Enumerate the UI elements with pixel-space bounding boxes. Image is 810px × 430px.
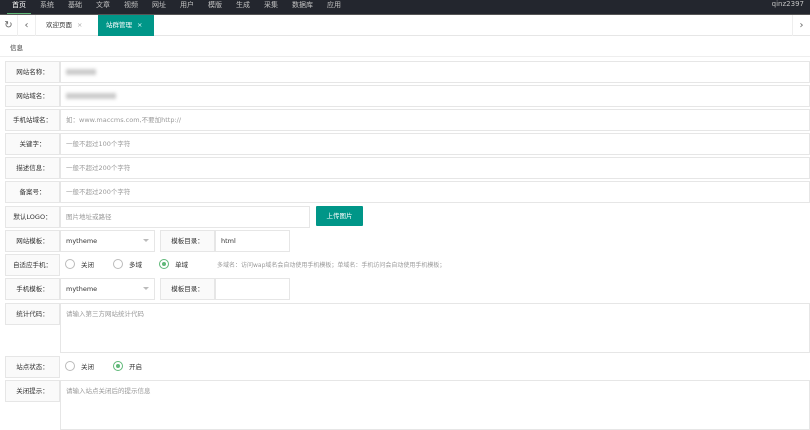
label: 模板目录： [160,278,215,300]
label: 描述信息： [5,157,60,179]
label: 统计代码： [5,303,60,325]
close-icon[interactable]: × [77,21,82,29]
site-domain-input[interactable] [60,85,810,107]
refresh-icon[interactable]: ↻ [0,15,18,36]
adaptive-hint: 多域名：访问wap域名会自动使用手机模板；单域名：手机访问会自动使用手机模板； [217,262,446,269]
label: 网站名称： [5,61,60,83]
label: 备案号： [5,181,60,203]
nav-collect[interactable]: 采集 [257,0,285,10]
radio-status-on[interactable]: 开启 [113,361,142,371]
upload-image-button[interactable]: 上传图片 [316,206,363,226]
tab-label: 欢迎页面 [46,21,72,29]
close-tip-textarea[interactable]: 请输入站点关闭后的提示信息 [60,380,810,430]
description-input[interactable]: 一般不超过200个字符 [60,157,810,179]
tab-bar: ↻ ‹ 欢迎页面 × 站群管理 × › [0,14,810,36]
radio-status-off[interactable]: 关闭 [65,361,94,371]
row-logo: 默认LOGO： 图片地址或路径 上传图片 [5,206,405,228]
settings-form: 信息 网站名称： 网站域名： 手机站域名： 如：www.maccms.com,不… [0,36,810,430]
chevron-down-icon [143,287,149,290]
mobile-template-dir-input[interactable] [215,278,290,300]
label: 手机模板： [5,278,60,300]
radio-checked-icon [159,259,169,269]
radio-multi-domain[interactable]: 多域 [113,259,142,269]
row-site-name: 网站名称： [5,61,810,83]
nav-template[interactable]: 模版 [201,0,229,10]
label: 默认LOGO： [5,206,60,228]
row-icp: 备案号： 一般不超过200个字符 [5,181,810,203]
mobile-template-select[interactable]: mytheme [60,278,155,300]
tab-welcome[interactable]: 欢迎页面 × [38,15,90,36]
top-nav-bar: 首页 系统 基础 文章 视频 网址 用户 模版 生成 采集 数据库 应用 qin… [0,0,810,15]
user-menu[interactable]: qinz2397 [772,0,804,8]
radio-label: 多域 [129,261,142,269]
nav-database[interactable]: 数据库 [285,0,320,10]
radio-icon [65,361,75,371]
radio-label: 关闭 [81,363,94,371]
selected-value: mytheme [66,285,98,293]
label: 关闭提示： [5,380,60,402]
radio-icon [113,259,123,269]
label: 手机站域名： [5,109,60,131]
chevron-left-icon[interactable]: ‹ [18,15,36,36]
template-select[interactable]: mytheme [60,230,155,252]
row-status: 站点状态： 关闭 开启 [5,356,405,378]
nav-home[interactable]: 首页 [5,0,33,15]
row-keywords: 关键字： 一般不超过100个字符 [5,133,810,155]
nav-user[interactable]: 用户 [173,0,201,10]
label: 站点状态： [5,356,60,378]
mobile-domain-input[interactable]: 如：www.maccms.com,不要加http:// [60,109,810,131]
radio-off[interactable]: 关闭 [65,259,94,269]
row-template: 网站模板： mytheme 模板目录： html [5,230,405,252]
top-nav: 首页 系统 基础 文章 视频 网址 用户 模版 生成 采集 数据库 应用 [5,0,348,15]
nav-apps[interactable]: 应用 [320,0,348,10]
section-title: 信息 [10,44,23,52]
label: 网站域名： [5,85,60,107]
radio-checked-icon [113,361,123,371]
divider [0,56,810,57]
nav-generate[interactable]: 生成 [229,0,257,10]
nav-article[interactable]: 文章 [89,0,117,10]
radio-single-domain[interactable]: 单域 [159,259,188,269]
icp-input[interactable]: 一般不超过200个字符 [60,181,810,203]
nav-system[interactable]: 系统 [33,0,61,10]
chevron-right-icon[interactable]: › [792,15,810,36]
label: 关键字： [5,133,60,155]
nav-website[interactable]: 网址 [145,0,173,10]
nav-basic[interactable]: 基础 [61,0,89,10]
label: 自适应手机： [5,254,60,276]
row-mobile-domain: 手机站域名： 如：www.maccms.com,不要加http:// [5,109,810,131]
keywords-input[interactable]: 一般不超过100个字符 [60,133,810,155]
template-dir-input[interactable]: html [215,230,290,252]
tab-site-group[interactable]: 站群管理 × [98,15,154,36]
row-description: 描述信息： 一般不超过200个字符 [5,157,810,179]
selected-value: mytheme [66,237,98,245]
label: 模板目录： [160,230,215,252]
radio-label: 单域 [175,261,188,269]
label: 网站模板： [5,230,60,252]
chevron-down-icon [143,239,149,242]
row-site-domain: 网站域名： [5,85,810,107]
radio-label: 开启 [129,363,142,371]
site-name-input[interactable] [60,61,810,83]
row-adaptive: 自适应手机： 关闭 多域 单域 多域名：访问wap域名会自动使用手机模板；单域名… [5,254,805,276]
row-mobile-template: 手机模板： mytheme 模板目录： [5,278,405,300]
stats-code-textarea[interactable]: 请输入第三方网站统计代码 [60,303,810,353]
logo-input[interactable]: 图片地址或路径 [60,206,310,228]
close-icon[interactable]: × [137,21,142,29]
radio-label: 关闭 [81,261,94,269]
nav-video[interactable]: 视频 [117,0,145,10]
tab-label: 站群管理 [106,21,132,29]
radio-icon [65,259,75,269]
